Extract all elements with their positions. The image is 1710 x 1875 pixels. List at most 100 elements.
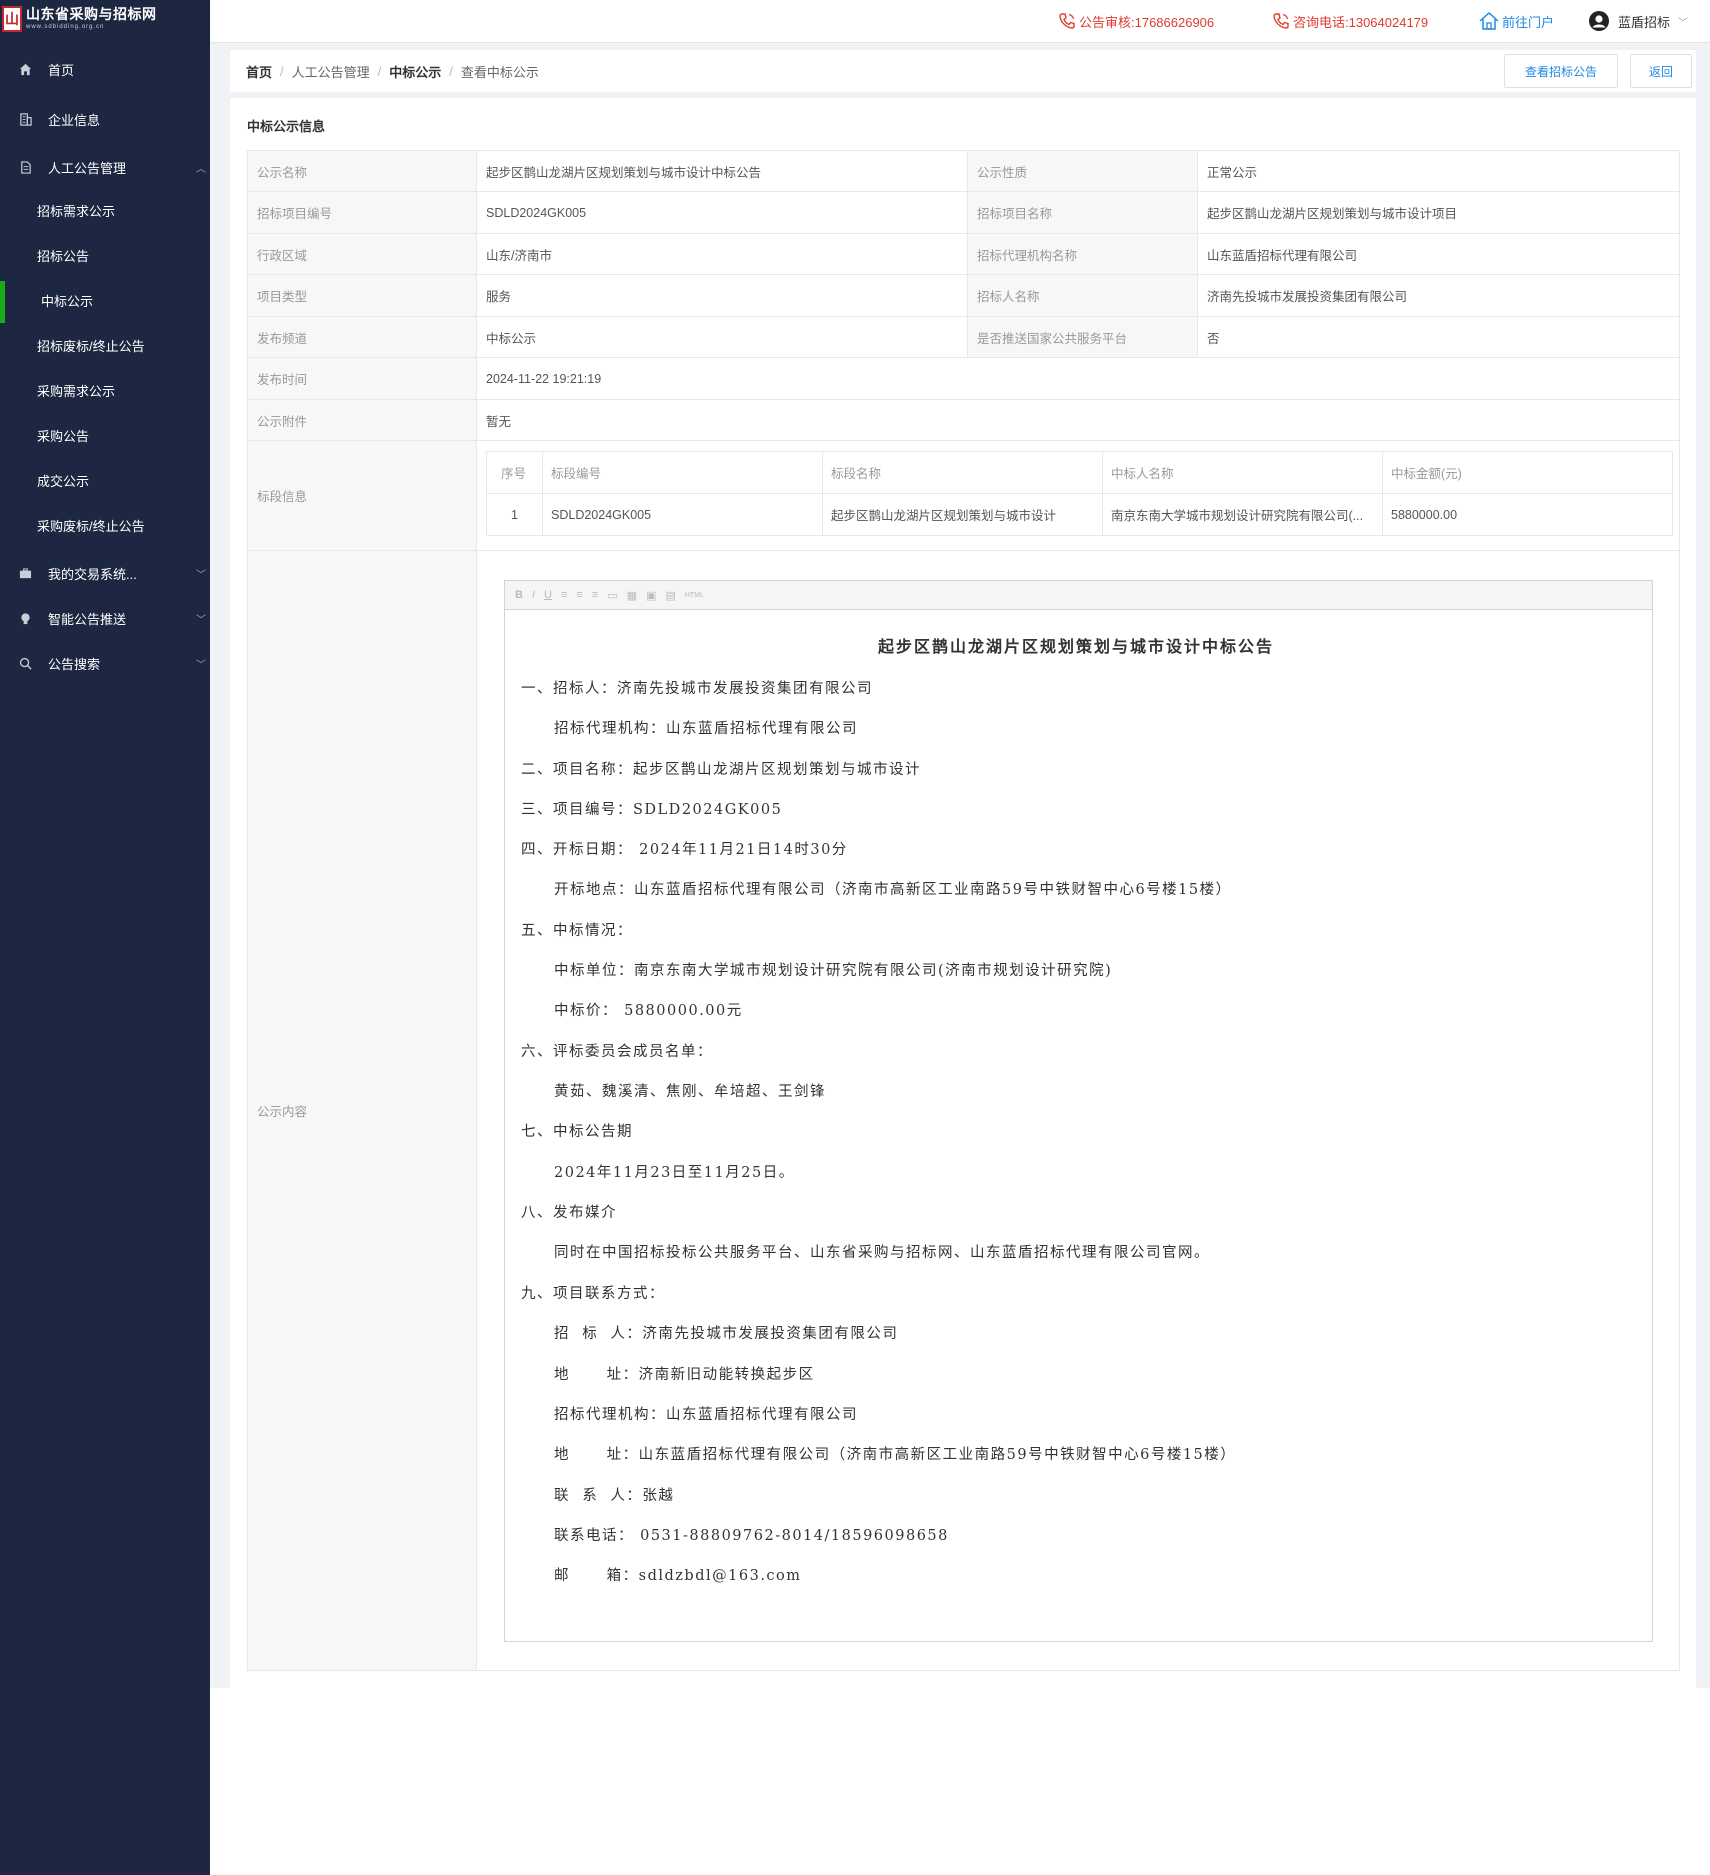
editor-toolbar: B I U ≡ ≡ ≡ ▭ ▦ ▣ ▤ HTML [505, 581, 1652, 610]
image-icon[interactable]: ▣ [646, 589, 656, 602]
document-line: 黄茹、魏溪清、焦刚、牟培超、王剑锋 [554, 1084, 826, 1100]
underline-icon[interactable]: U [544, 589, 552, 601]
breadcrumb-award[interactable]: 中标公示 [389, 62, 441, 81]
portal-link-text: 前往门户 [1502, 14, 1555, 30]
top-header: 公告审核:17686626906 咨询电话:13064024179 前往门户 蓝… [210, 0, 1710, 43]
phone-icon [1272, 12, 1290, 30]
align-right-icon[interactable]: ≡ [592, 589, 598, 601]
rich-text-editor[interactable]: B I U ≡ ≡ ≡ ▭ ▦ ▣ ▤ HTML 起步区鹊山龙湖片区规划策划与城… [504, 580, 1653, 1642]
sidebar-item-label: 我的交易系统... [48, 566, 137, 582]
field-value: 否 [1198, 317, 1680, 357]
field-label: 行政区域 [248, 234, 477, 274]
table-cell: 5880000.00 [1383, 494, 1673, 535]
consult-phone-text: 咨询电话:13064024179 [1293, 14, 1429, 30]
document-line: 中标单位：南京东南大学城市规划设计研究院有限公司(济南市规划设计研究院) [554, 963, 1113, 979]
table-cell: 起步区鹊山龙湖片区规划策划与城市设计 [823, 494, 1103, 535]
line-icon[interactable]: ▭ [607, 589, 617, 602]
brand-logo[interactable]: 山 山东省采购与招标网 www.sdbidding.org.cn [0, 0, 210, 38]
sidebar-sub-label: 招标需求公示 [37, 204, 116, 219]
sidebar-item-home[interactable]: 首页 [0, 52, 210, 86]
align-center-icon[interactable]: ≡ [576, 589, 582, 601]
audit-phone[interactable]: 公告审核:17686626906 [1058, 0, 1214, 42]
user-menu[interactable]: 蓝盾招标 ﹀ [1588, 0, 1688, 42]
breadcrumb-bar: 首页 / 人工公告管理 / 中标公示 / 查看中标公示 查看招标公告 返回 [230, 50, 1696, 92]
section-table-header: 序号 标段编号 标段名称 中标人名称 中标金额(元) [487, 452, 1673, 494]
sidebar-item-push[interactable]: 智能公告推送 ﹀ [0, 601, 210, 635]
sidebar-item-trade[interactable]: 我的交易系统... ﹀ [0, 556, 210, 590]
breadcrumb-home[interactable]: 首页 [246, 62, 272, 81]
sidebar-item-manual[interactable]: 人工公告管理 ︿ [0, 150, 210, 184]
sidebar-sub-purchase-cancel[interactable]: 采购废标/终止公告 [0, 519, 210, 535]
field-value: 起步区鹊山龙湖片区规划策划与城市设计项目 [1198, 192, 1680, 233]
view-bid-notice-button[interactable]: 查看招标公告 [1504, 54, 1618, 88]
document-line: 联系电话： 0531-88809762-8014/18596098658 [554, 1528, 949, 1544]
audit-phone-text: 公告审核:17686626906 [1079, 14, 1215, 30]
field-value: 暂无 [477, 400, 1680, 440]
italic-icon[interactable]: I [532, 589, 535, 601]
field-label: 招标项目编号 [248, 192, 477, 233]
chevron-down-icon: ﹀ [196, 659, 206, 671]
document-line: 同时在中国招标投标公共服务平台、山东省采购与招标网、山东蓝盾招标代理有限公司官网… [554, 1245, 1210, 1261]
field-label: 发布频道 [248, 317, 477, 357]
sidebar-item-company[interactable]: 企业信息 [0, 102, 210, 136]
document-line: 地 址：山东蓝盾招标代理有限公司（济南市高新区工业南路59号中铁财智中心6号楼1… [554, 1447, 1237, 1463]
document-icon [18, 160, 32, 174]
align-left-icon[interactable]: ≡ [561, 589, 567, 601]
field-label: 公示性质 [968, 151, 1198, 191]
sidebar-item-label: 智能公告推送 [48, 611, 127, 627]
field-label: 招标代理机构名称 [968, 234, 1198, 274]
column-header: 中标金额(元) [1383, 452, 1673, 493]
table-cell: SDLD2024GK005 [543, 494, 823, 535]
document-line: 开标地点：山东蓝盾招标代理有限公司（济南市高新区工业南路59号中铁财智中心6号楼… [554, 882, 1232, 898]
sidebar-sub-award-notice[interactable]: 中标公示 [0, 281, 210, 323]
briefcase-icon [18, 566, 32, 580]
document-body: 起步区鹊山龙湖片区规划策划与城市设计中标公告 一、招标人：济南先投城市发展投资集… [521, 609, 1631, 1584]
field-label: 公示内容 [248, 551, 477, 1670]
document-line: 六、评标委员会成员名单： [521, 1044, 713, 1060]
field-label: 招标项目名称 [968, 192, 1198, 233]
media-icon[interactable]: ▤ [665, 589, 675, 602]
field-label: 招标人名称 [968, 275, 1198, 316]
document-line: 八、发布媒介 [521, 1205, 617, 1221]
document-line: 中标价： 5880000.00元 [554, 1003, 743, 1019]
consult-phone[interactable]: 咨询电话:13064024179 [1272, 0, 1428, 42]
field-value: 正常公示 [1198, 151, 1680, 191]
field-value: 山东蓝盾招标代理有限公司 [1198, 234, 1680, 274]
back-button[interactable]: 返回 [1630, 54, 1692, 88]
field-label: 公示名称 [248, 151, 477, 191]
bold-icon[interactable]: B [515, 589, 523, 601]
sidebar-item-label: 首页 [48, 62, 75, 78]
sidebar-sub-label: 采购废标/终止公告 [37, 519, 145, 534]
field-label: 项目类型 [248, 275, 477, 316]
sidebar-sub-bid-cancel[interactable]: 招标废标/终止公告 [0, 339, 210, 355]
house-icon [1478, 10, 1500, 32]
phone-icon [1058, 12, 1076, 30]
sidebar-sub-label: 招标废标/终止公告 [37, 339, 145, 354]
sidebar-sub-purchase-notice[interactable]: 采购公告 [0, 429, 210, 445]
content-cell: B I U ≡ ≡ ≡ ▭ ▦ ▣ ▤ HTML 起步区鹊山龙湖片区规划策划与城… [477, 551, 1680, 1670]
field-label: 公示附件 [248, 400, 477, 440]
detail-row: 标段信息 序号 标段编号 标段名称 中标人名称 中标金额(元) 1 SDLD20… [248, 441, 1680, 551]
sidebar-item-label: 公告搜索 [48, 656, 101, 672]
sidebar-sub-bid-notice[interactable]: 招标公告 [0, 249, 210, 265]
sidebar-sub-deal-notice[interactable]: 成交公示 [0, 474, 210, 490]
column-header: 中标人名称 [1103, 452, 1383, 493]
table-icon[interactable]: ▦ [627, 589, 637, 602]
detail-row: 项目类型 服务 招标人名称 济南先投城市发展投资集团有限公司 [248, 275, 1680, 317]
table-row: 1 SDLD2024GK005 起步区鹊山龙湖片区规划策划与城市设计 南京东南大… [487, 494, 1673, 536]
field-value: 济南先投城市发展投资集团有限公司 [1198, 275, 1680, 316]
html-icon[interactable]: HTML [685, 592, 704, 599]
field-label: 发布时间 [248, 358, 477, 399]
portal-link[interactable]: 前往门户 [1478, 0, 1554, 42]
detail-row: 行政区域 山东/济南市 招标代理机构名称 山东蓝盾招标代理有限公司 [248, 234, 1680, 275]
sidebar-sub-bid-demand[interactable]: 招标需求公示 [0, 204, 210, 220]
card-title: 中标公示信息 [247, 119, 326, 134]
home-icon [18, 62, 32, 76]
breadcrumb-manual[interactable]: 人工公告管理 [292, 62, 370, 81]
sidebar-item-search[interactable]: 公告搜索 ﹀ [0, 646, 210, 680]
logo-mark: 山 [2, 6, 22, 32]
sidebar-sub-purchase-demand[interactable]: 采购需求公示 [0, 384, 210, 400]
sidebar-sub-label: 招标公告 [37, 249, 90, 264]
table-cell: 1 [487, 494, 543, 535]
breadcrumb-separator: / [377, 63, 382, 79]
